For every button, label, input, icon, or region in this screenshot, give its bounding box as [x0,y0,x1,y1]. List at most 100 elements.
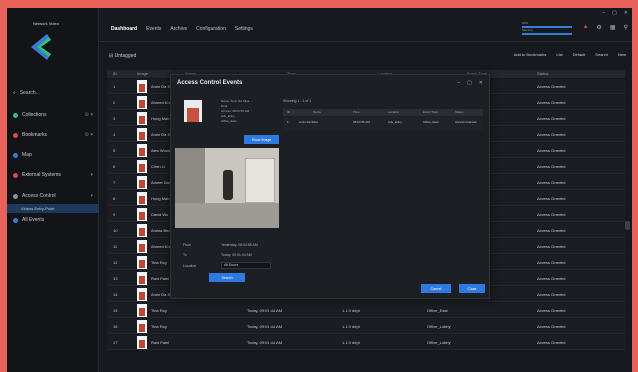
person-thumbnail [137,256,147,269]
tab-settings[interactable]: Settings [235,26,253,32]
sidebar-item-map[interactable]: Map [7,150,99,160]
user-icon[interactable]: ⚲ [624,24,628,31]
default-layout-button[interactable]: Default [573,52,586,57]
cancel-button[interactable]: Cancel [421,284,451,293]
person-thumbnail [137,288,147,301]
col-status[interactable]: Status [455,110,464,114]
cell-location: 1.1.0 dept [342,324,360,329]
cell-id: 7 [113,180,116,185]
to-label: To [183,253,187,257]
cell-name: Tina Roy [151,308,167,313]
sidebar-item-label: All Events [22,217,45,223]
person-thumbnail [137,80,147,93]
sidebar-item-label: External Systems [22,172,61,178]
close-button[interactable]: Close [459,284,485,293]
show-image-button[interactable]: Show Image [244,135,279,144]
cell-name: Tina Roy [151,324,167,329]
col-status[interactable]: Status [537,71,548,76]
tab-events[interactable]: Events [146,26,161,32]
col-id[interactable]: ID [113,71,117,76]
col-name[interactable]: Name [313,110,321,114]
sidebar: Network Video ⌕ Search... Collections ⚙ … [7,8,99,372]
sidebar-item-label: Bookmarks [22,132,48,138]
col-time[interactable]: Time [353,110,360,114]
alert-icon[interactable]: ▲ [583,24,589,31]
tab-configuration[interactable]: Configuration [196,26,226,32]
col-id[interactable]: ID [287,110,290,114]
sidebar-item-bookmarks[interactable]: Bookmarks ⚙ ▾ [7,130,99,140]
tab-archive[interactable]: Archive [170,26,187,32]
minimize-icon[interactable]: – [602,10,605,16]
col-location[interactable]: Location [388,110,399,114]
top-bar: Dashboard Events Archive Configuration S… [99,8,632,42]
cell-status: Access Granted [537,340,566,345]
close-icon[interactable]: ✕ [479,80,483,86]
sidebar-search-label: Search... [19,90,40,96]
cell-status: Access Granted [537,324,566,329]
person-thumbnail [137,304,147,317]
memory-label: Memory [522,28,533,32]
cell-status: Access Granted [537,228,566,233]
add-to-bookmarks-button[interactable]: Add to Bookmarks [514,52,547,57]
new-button[interactable]: New [618,52,626,57]
sidebar-search[interactable]: ⌕ Search... [13,88,93,98]
person-thumbnail [137,272,147,285]
camera-snapshot [175,148,279,228]
window-controls: – ▢ ✕ [602,10,628,16]
cell-status: Access Granted [537,100,566,105]
cell-status: Access Granted [537,132,566,137]
settings-icon[interactable]: ⚙ [597,24,602,31]
sidebar-item-collections[interactable]: Collections ⚙ ▾ [7,110,99,120]
cell-id: 10 [113,228,118,233]
dialog-search-button[interactable]: Search [209,273,245,282]
cell-status: Access Granted [537,308,566,313]
cell-id: 9 [113,212,116,217]
memory-bar [522,33,572,35]
col-image[interactable]: Image [137,71,148,76]
cell-location: 1.1.0 dept [342,340,360,345]
col-event-type[interactable]: Event Type [423,110,438,114]
person-thumbnail [137,128,147,141]
cell-id: 16 [113,324,118,329]
chevron-down-icon: ⚙ ▾ [84,112,93,118]
collections-icon [13,112,18,118]
minimize-icon[interactable]: – [457,80,460,86]
to-value[interactable]: Today, 09:01:44 AM [221,253,252,257]
cell-name: Amin Da Silva [299,120,318,124]
cell-status: Access Granted [537,84,566,89]
search-button[interactable]: Search [595,52,608,57]
cell-time: Today, 09:01:44 AM [247,324,283,329]
sidebar-item-access-control[interactable]: Access Control ▾ [7,191,99,201]
person-photo [184,100,202,122]
view-title: Untagged [114,53,137,59]
chevron-down-icon: ▾ [90,172,93,178]
list-view-button[interactable]: List [556,52,562,57]
chevron-down-icon: ⚙ ▾ [84,132,93,138]
maximize-icon[interactable]: ▢ [612,10,617,16]
table-row[interactable]: 17 Ravi Patel Today, 09:01:44 AM 1.1.0 dept… [107,335,625,350]
cell-id: 3 [113,116,116,121]
cell-id: 4 [113,132,116,137]
table-row[interactable]: 16 Tina Roy Today, 09:01:44 AM 1.1.0 dept Of… [107,319,625,334]
cell-id: 15 [113,308,118,313]
app-window: Network Video ⌕ Search... Collections ⚙ … [7,8,632,372]
sidebar-subitem-selected[interactable]: Videos-Entry-Point [7,204,99,213]
sidebar-item-external-systems[interactable]: External Systems ▾ [7,170,99,180]
cell-status: Access Granted [455,120,477,124]
from-label: From [183,243,192,247]
cell-status: Access Granted [537,276,566,281]
table-row[interactable]: 15 Tina Roy Today, 09:01:44 AM 1.1.0 dept Of… [107,303,625,318]
sidebar-item-all-events[interactable]: All Events [7,215,99,225]
dialog-table-row[interactable]: 1 Amin Da Silva 08:04:55 AM Adv_Entry Of… [283,117,483,131]
logo-icon [31,34,51,60]
close-icon[interactable]: ✕ [624,10,628,16]
from-value[interactable]: Yesterday, 08:04:55 AM [221,243,258,247]
person-info-line: Office_East [221,119,237,123]
cell-id: 12 [113,260,118,265]
tab-dashboard[interactable]: Dashboard [111,26,137,32]
location-field[interactable]: All Doors [221,262,271,269]
scrollbar-handle[interactable] [625,221,630,230]
person-thumbnail [137,144,147,157]
maximize-icon[interactable]: ▢ [467,80,472,86]
grid-icon[interactable]: ▦ [610,24,616,31]
